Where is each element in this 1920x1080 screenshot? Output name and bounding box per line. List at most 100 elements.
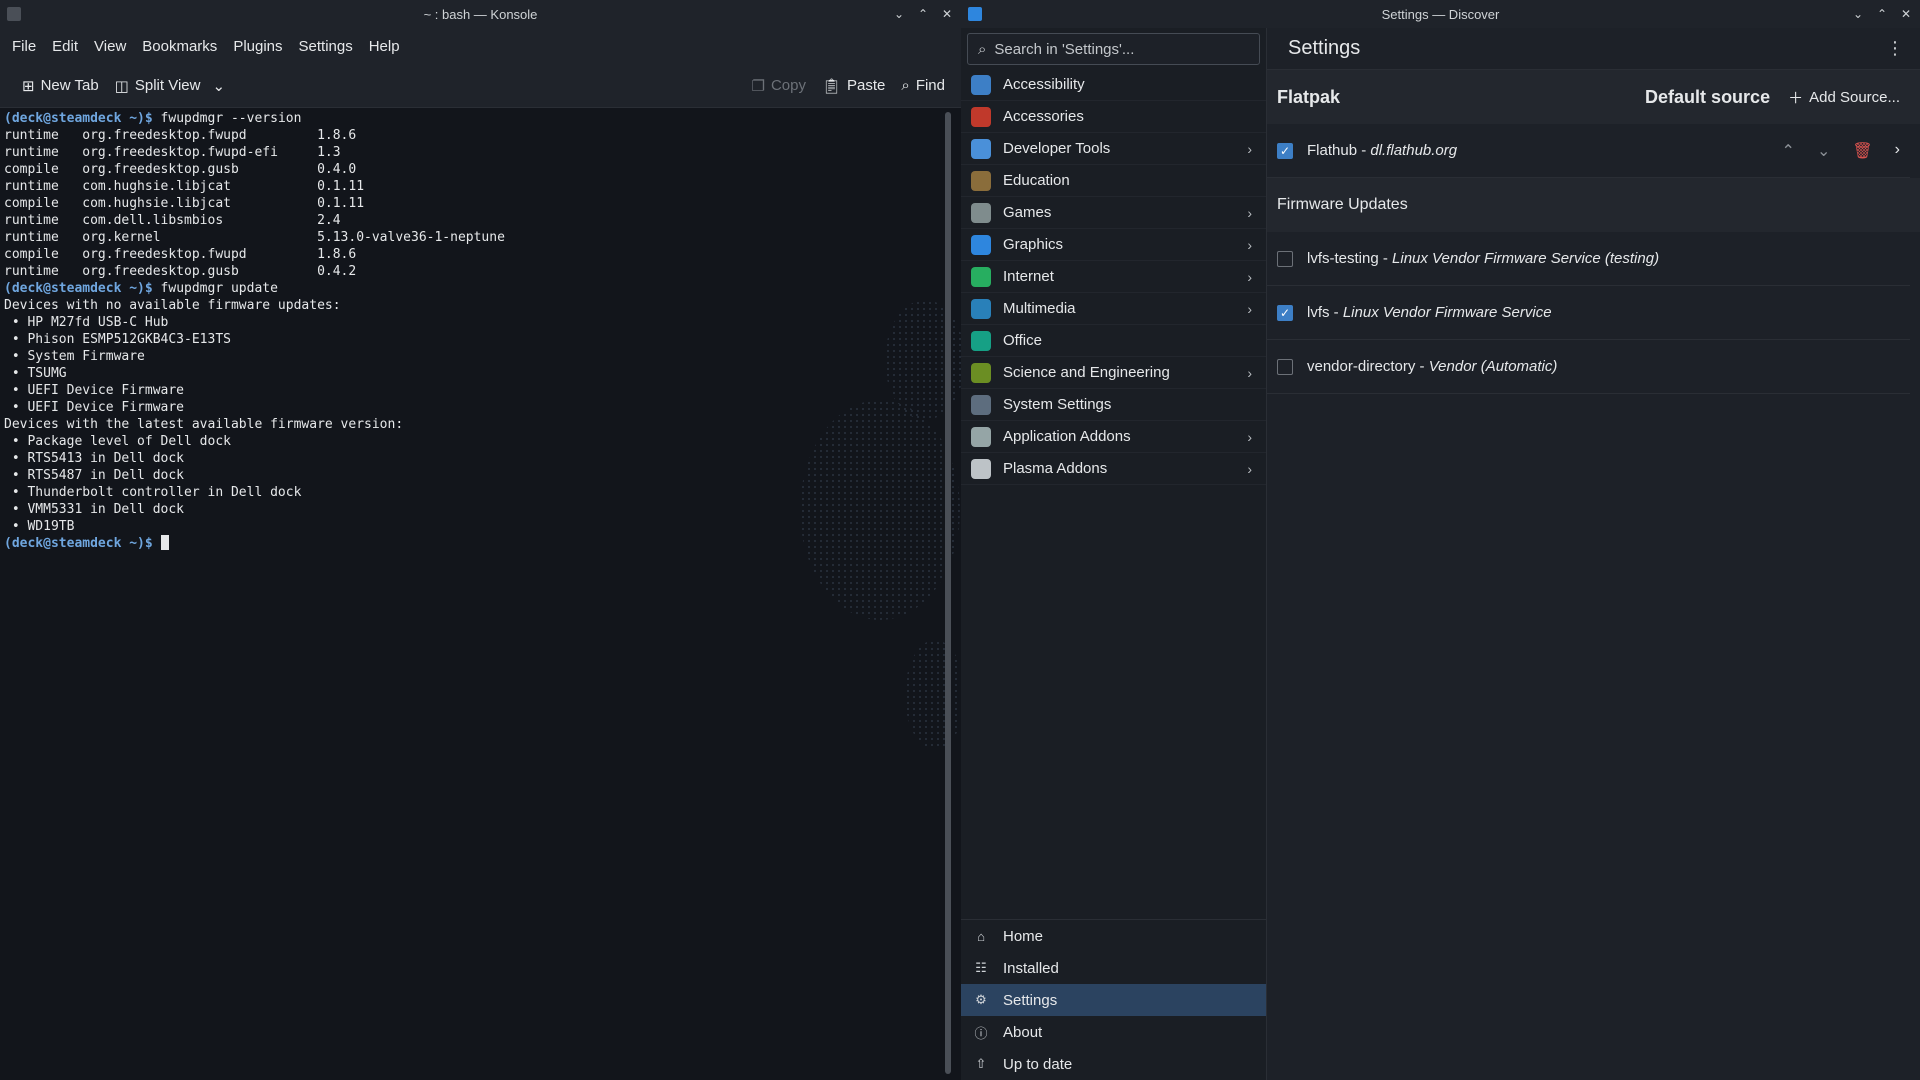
terminal-text: • RTS5413 in Dell dock	[4, 451, 185, 466]
category-plasma-addons[interactable]: Plasma Addons ›	[961, 453, 1266, 485]
konsole-titlebar[interactable]: ~ : bash — Konsole ⌄ ⌃ ✕	[0, 0, 961, 28]
delete-icon[interactable]: 🗑︎	[1852, 141, 1872, 161]
minimize-icon[interactable]: ⌄	[891, 6, 907, 22]
terminal-text: • Phison ESMP512GKB4C3-E13TS	[4, 332, 231, 347]
find-button[interactable]: ⌕ Find	[893, 71, 953, 101]
terminal-line: • TSUMG	[4, 365, 944, 382]
multimedia-icon	[971, 298, 991, 319]
category-multimedia[interactable]: Multimedia ›	[961, 293, 1266, 325]
nav-installed[interactable]: ☷ Installed	[961, 952, 1266, 984]
add-source-button[interactable]: ＋ Add Source...	[1788, 87, 1900, 108]
firmware-title: Firmware Updates	[1277, 196, 1408, 213]
search-placeholder: Search in 'Settings'...	[994, 40, 1135, 58]
firmware-section-header: Firmware Updates	[1267, 178, 1920, 232]
terminal-line: compile com.hughsie.libjcat 0.1.11	[4, 195, 944, 212]
category-graphics[interactable]: Graphics ›	[961, 229, 1266, 261]
terminal-line: • WD19TB	[4, 518, 944, 535]
menu-item-view[interactable]: View	[86, 38, 134, 55]
plus-icon: ＋	[1788, 89, 1804, 107]
new-tab-button[interactable]: ⊞ New Tab	[14, 71, 107, 101]
close-icon[interactable]: ✕	[1898, 6, 1914, 22]
category-accessibility[interactable]: Accessibility	[961, 69, 1266, 101]
flatpak-section-header: Flatpak Default source ＋ Add Source...	[1267, 70, 1920, 124]
category-system-settings[interactable]: System Settings	[961, 389, 1266, 421]
system-settings-icon	[971, 394, 991, 415]
nav-home[interactable]: ⌂ Home	[961, 920, 1266, 952]
category-accessories[interactable]: Accessories	[961, 101, 1266, 133]
menu-item-help[interactable]: Help	[361, 38, 408, 55]
menu-item-plugins[interactable]: Plugins	[225, 38, 290, 55]
terminal-text: Devices with the latest available firmwa…	[4, 417, 404, 432]
terminal-text: Devices with no available firmware updat…	[4, 298, 341, 313]
category-application-addons[interactable]: Application Addons ›	[961, 421, 1266, 453]
source-description: Linux Vendor Firmware Service	[1342, 304, 1552, 321]
menu-item-settings[interactable]: Settings	[291, 38, 361, 55]
close-icon[interactable]: ✕	[939, 6, 955, 22]
terminal-line: runtime org.kernel 5.13.0-valve36-1-nept…	[4, 229, 944, 246]
flatpak-source-list: ✓ Flathub - dl.flathub.org ⌃ ⌄ 🗑︎ ›	[1267, 124, 1920, 178]
source-row[interactable]: ✓ lvfs - Linux Vendor Firmware Service	[1267, 286, 1910, 340]
terminal-scrollbar[interactable]	[945, 112, 951, 1074]
minimize-icon[interactable]: ⌄	[1850, 6, 1866, 22]
kebab-menu-icon[interactable]: ⋮	[1886, 38, 1904, 59]
terminal-line: • RTS5487 in Dell dock	[4, 467, 944, 484]
source-name: lvfs -	[1307, 304, 1343, 321]
source-name: Flathub -	[1307, 142, 1371, 159]
maximize-icon[interactable]: ⌃	[1874, 6, 1890, 22]
terminal-line: • Package level of Dell dock	[4, 433, 944, 450]
nav-about[interactable]: ⓘ About	[961, 1016, 1266, 1048]
category-developer-tools[interactable]: Developer Tools ›	[961, 133, 1266, 165]
chevron-right-icon: ›	[1247, 460, 1252, 477]
terminal-cursor	[160, 535, 169, 550]
terminal-line: compile org.freedesktop.gusb 0.4.0	[4, 161, 944, 178]
split-view-button[interactable]: ◫ Split View ⌄	[107, 71, 233, 101]
terminal-line: • System Firmware	[4, 348, 944, 365]
category-internet[interactable]: Internet ›	[961, 261, 1266, 293]
source-row[interactable]: ✓ Flathub - dl.flathub.org ⌃ ⌄ 🗑︎ ›	[1267, 124, 1910, 178]
accessories-icon	[971, 106, 991, 127]
source-description: dl.flathub.org	[1370, 142, 1458, 159]
source-checkbox[interactable]	[1277, 358, 1293, 375]
source-checkbox[interactable]	[1277, 250, 1293, 267]
menu-item-file[interactable]: File	[4, 38, 44, 55]
menu-item-bookmarks[interactable]: Bookmarks	[134, 38, 225, 55]
chevron-right-icon[interactable]: ›	[1895, 141, 1900, 161]
chevron-right-icon: ›	[1247, 364, 1252, 381]
source-row[interactable]: lvfs-testing - Linux Vendor Firmware Ser…	[1267, 232, 1910, 286]
category-education[interactable]: Education	[961, 165, 1266, 197]
source-checkbox[interactable]: ✓	[1277, 304, 1293, 321]
terminal-line: runtime org.freedesktop.fwupd 1.8.6	[4, 127, 944, 144]
terminal-text: • HP M27fd USB-C Hub	[4, 315, 169, 330]
terminal-line: (deck@steamdeck ~)$	[4, 535, 944, 552]
maximize-icon[interactable]: ⌃	[915, 6, 931, 22]
paste-button[interactable]: 📋︎ Paste	[814, 71, 893, 101]
nav-label: Home	[1003, 927, 1044, 945]
discover-titlebar[interactable]: Settings — Discover ⌄ ⌃ ✕	[961, 0, 1920, 28]
terminal-output[interactable]: (deck@steamdeck ~)$ fwupdmgr --version ru…	[0, 108, 944, 1080]
nav-settings[interactable]: ⚙ Settings	[961, 984, 1266, 1016]
default-source-label: Default source	[1645, 86, 1771, 107]
settings-page: Settings ⋮ Flatpak Default source ＋ Add …	[1267, 28, 1920, 1080]
flatpak-title: Flatpak	[1277, 86, 1341, 107]
nav-up-to-date[interactable]: ⇧ Up to date	[961, 1048, 1266, 1080]
shell-prompt: (deck@steamdeck ~)$	[4, 536, 153, 551]
chevron-right-icon: ›	[1247, 428, 1252, 445]
source-checkbox[interactable]: ✓	[1277, 142, 1293, 159]
search-input[interactable]: ⌕ Search in 'Settings'...	[967, 33, 1260, 65]
terminal-line: runtime com.hughsie.libjcat 0.1.11	[4, 178, 944, 195]
copy-button[interactable]: ❐ Copy	[744, 71, 814, 101]
plasma-addons-icon	[971, 458, 991, 479]
move-down-icon[interactable]: ⌄	[1817, 141, 1830, 161]
menu-item-edit[interactable]: Edit	[44, 38, 86, 55]
chevron-down-icon: ⌄	[212, 77, 226, 95]
terminal-text: • UEFI Device Firmware	[4, 400, 185, 415]
category-games[interactable]: Games ›	[961, 197, 1266, 229]
move-up-icon[interactable]: ⌃	[1782, 141, 1795, 161]
category-science-and-engineering[interactable]: Science and Engineering ›	[961, 357, 1266, 389]
category-office[interactable]: Office	[961, 325, 1266, 357]
terminal-line: Devices with the latest available firmwa…	[4, 416, 944, 433]
terminal-text: fwupdmgr update	[152, 281, 278, 296]
source-row[interactable]: vendor-directory - Vendor (Automatic)	[1267, 340, 1910, 394]
navigation-list: ⌂ Home ☷ Installed ⚙ Settings ⓘ About ⇧ Up to dat…	[961, 919, 1266, 1080]
terminal-text: runtime com.dell.libsmbios 2.4	[4, 213, 341, 228]
